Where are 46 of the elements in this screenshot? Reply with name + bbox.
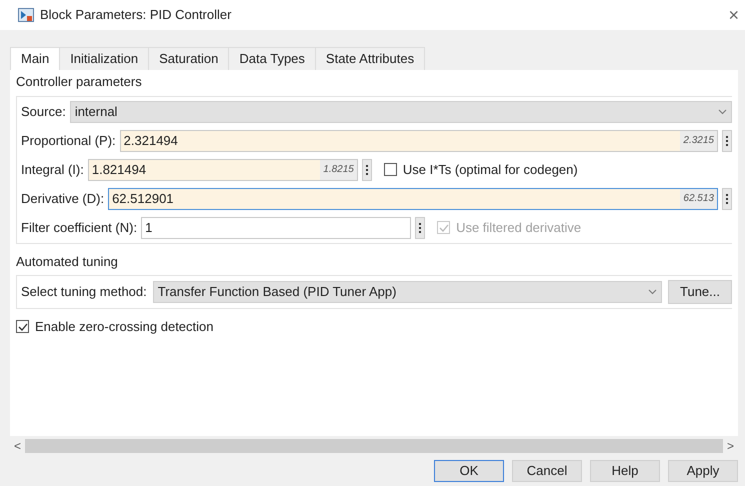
- tuning-method-dropdown[interactable]: Transfer Function Based (PID Tuner App): [152, 281, 662, 303]
- more-options-button[interactable]: [722, 130, 732, 152]
- value-field[interactable]: 1.821494 1.8215: [88, 158, 358, 180]
- block-icon: [18, 8, 34, 22]
- field-label: Derivative (D):: [21, 190, 104, 208]
- field-label: Proportional (P):: [21, 132, 116, 150]
- value-field[interactable]: 1: [141, 216, 412, 238]
- dialog-button[interactable]: Apply: [668, 460, 738, 482]
- more-options-button[interactable]: [722, 188, 732, 210]
- checkbox[interactable]: [16, 320, 29, 334]
- checkbox-label: Use I*Ts (optimal for codegen): [402, 160, 578, 179]
- scroll-right-button[interactable]: >: [726, 437, 734, 455]
- value-hint: 2.3215: [680, 130, 717, 150]
- more-options-button[interactable]: [362, 158, 372, 180]
- dialog-button[interactable]: Cancel: [512, 460, 582, 482]
- more-options-button[interactable]: [415, 216, 426, 238]
- chevron-down-icon: [718, 108, 727, 114]
- section-legend: Automated tuning: [16, 252, 732, 271]
- field-label: Integral (I):: [21, 160, 84, 179]
- check-icon: [438, 222, 449, 232]
- tab[interactable]: Initialization: [60, 47, 150, 70]
- dialog-button[interactable]: Help: [590, 460, 660, 482]
- field-label: Filter coefficient (N):: [21, 218, 138, 237]
- tune-button[interactable]: Tune...: [668, 280, 732, 304]
- field-label: Select tuning method:: [21, 283, 147, 302]
- value-field[interactable]: 62.512901 62.513: [108, 188, 718, 210]
- chevron-down-icon: [648, 289, 657, 295]
- source-dropdown[interactable]: internal: [70, 100, 732, 122]
- dialog-button[interactable]: OK: [434, 460, 504, 482]
- tab[interactable]: Saturation: [149, 47, 230, 70]
- checkbox-label: Use filtered derivative: [456, 218, 582, 237]
- check-icon: [18, 322, 28, 332]
- tab[interactable]: State Attributes: [316, 47, 426, 70]
- scrollbar-thumb[interactable]: [25, 439, 723, 453]
- value-hint: 62.513: [680, 188, 717, 208]
- value-hint: 1.8215: [320, 160, 357, 180]
- window-title: Block Parameters: PID Controller: [40, 6, 232, 24]
- field-label: Source:: [21, 102, 66, 121]
- close-button[interactable]: ×: [728, 6, 739, 24]
- tab[interactable]: Main: [10, 47, 60, 70]
- tab[interactable]: Data Types: [229, 47, 316, 70]
- checkbox[interactable]: [384, 163, 397, 176]
- value-field[interactable]: 2.321494 2.3215: [120, 130, 718, 152]
- checkbox-label: Enable zero-crossing detection: [35, 318, 214, 336]
- section-legend: Controller parameters: [16, 72, 732, 92]
- scroll-left-button[interactable]: <: [14, 437, 22, 455]
